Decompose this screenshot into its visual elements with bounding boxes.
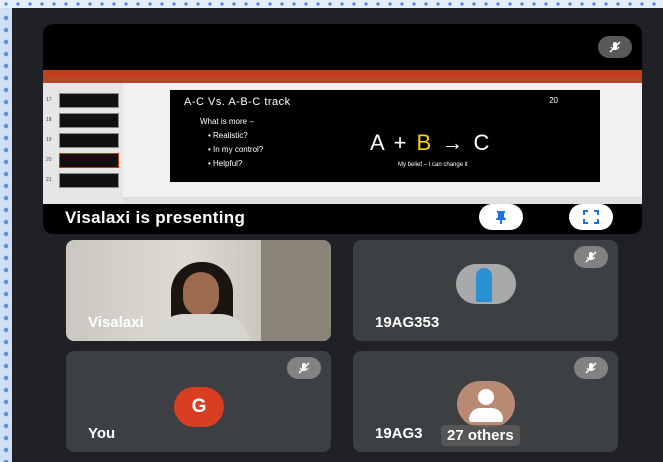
mic-off-icon bbox=[287, 357, 321, 379]
participant-face bbox=[183, 272, 219, 316]
thumbnail-number: 18 bbox=[46, 117, 52, 123]
slide-caption: My belief – I can change it bbox=[398, 162, 468, 168]
participant-tile-others[interactable]: 19AG3 27 others bbox=[353, 351, 618, 452]
current-slide: A-C Vs. A-B-C track 20 What is more – Re… bbox=[170, 90, 600, 182]
powerpoint-titlebar bbox=[43, 70, 642, 77]
slide-page-number: 20 bbox=[549, 96, 558, 105]
equation-part-a: A + bbox=[370, 130, 417, 155]
avatar-shoulders bbox=[469, 408, 503, 422]
pin-button[interactable] bbox=[479, 204, 523, 230]
slide-thumbnail bbox=[59, 113, 119, 128]
thumbnail-number: 17 bbox=[46, 97, 52, 103]
avatar-head bbox=[478, 389, 494, 405]
avatar-photo-figure bbox=[476, 268, 492, 302]
presenting-label: Visalaxi is presenting bbox=[65, 208, 246, 227]
default-avatar-icon bbox=[457, 381, 515, 427]
participant-body bbox=[154, 314, 250, 341]
equation-part-c: → C bbox=[433, 130, 492, 155]
decorative-top-border bbox=[0, 0, 663, 8]
slide-bullet: Helpful? bbox=[208, 159, 242, 168]
participant-name: 19AG353 bbox=[375, 314, 440, 331]
decorative-left-border bbox=[0, 0, 12, 462]
thumbnail-number: 20 bbox=[46, 157, 52, 163]
shared-screen: 17 18 19 20 21 A-C Vs. A-B-C track 20 Wh… bbox=[43, 70, 642, 204]
avatar bbox=[456, 264, 516, 304]
mic-off-icon bbox=[598, 36, 632, 58]
slide-thumbnail bbox=[59, 173, 119, 188]
participant-tile-19ag353[interactable]: 19AG353 bbox=[353, 240, 618, 341]
presentation-card[interactable]: 17 18 19 20 21 A-C Vs. A-B-C track 20 Wh… bbox=[43, 24, 642, 234]
fullscreen-button[interactable] bbox=[569, 204, 613, 230]
thumbnail-number: 19 bbox=[46, 137, 52, 143]
fullscreen-icon bbox=[583, 210, 599, 224]
thumbnail-number: 21 bbox=[46, 177, 52, 183]
participant-name: 19AG3 bbox=[375, 425, 423, 442]
equation-part-b: B bbox=[416, 130, 434, 155]
others-count-badge[interactable]: 27 others bbox=[441, 425, 520, 446]
meet-app: 17 18 19 20 21 A-C Vs. A-B-C track 20 Wh… bbox=[12, 8, 663, 462]
slide-title: A-C Vs. A-B-C track bbox=[184, 96, 291, 108]
slide-thumbnail-active bbox=[59, 153, 119, 168]
participant-tile-visalaxi[interactable]: Visalaxi bbox=[66, 240, 331, 341]
powerpoint-ribbon bbox=[43, 77, 642, 83]
slide-equation: A + B → C bbox=[370, 130, 491, 156]
mic-off-icon bbox=[574, 357, 608, 379]
powerpoint-statusbar bbox=[123, 197, 642, 204]
avatar: G bbox=[174, 387, 224, 427]
participant-name: Visalaxi bbox=[88, 314, 144, 331]
mic-off-icon bbox=[574, 246, 608, 268]
participant-tile-you[interactable]: G You bbox=[66, 351, 331, 452]
background-shelf bbox=[261, 240, 331, 341]
slide-thumbnails: 17 18 19 20 21 bbox=[43, 83, 123, 204]
slide-thumbnail bbox=[59, 133, 119, 148]
slide-question: What is more – bbox=[200, 117, 254, 126]
participant-name: You bbox=[88, 425, 116, 442]
slide-bullet: Realistic? bbox=[208, 131, 248, 140]
slide-thumbnail bbox=[59, 93, 119, 108]
slide-bullet: In my control? bbox=[208, 145, 263, 154]
pin-icon bbox=[496, 211, 506, 224]
